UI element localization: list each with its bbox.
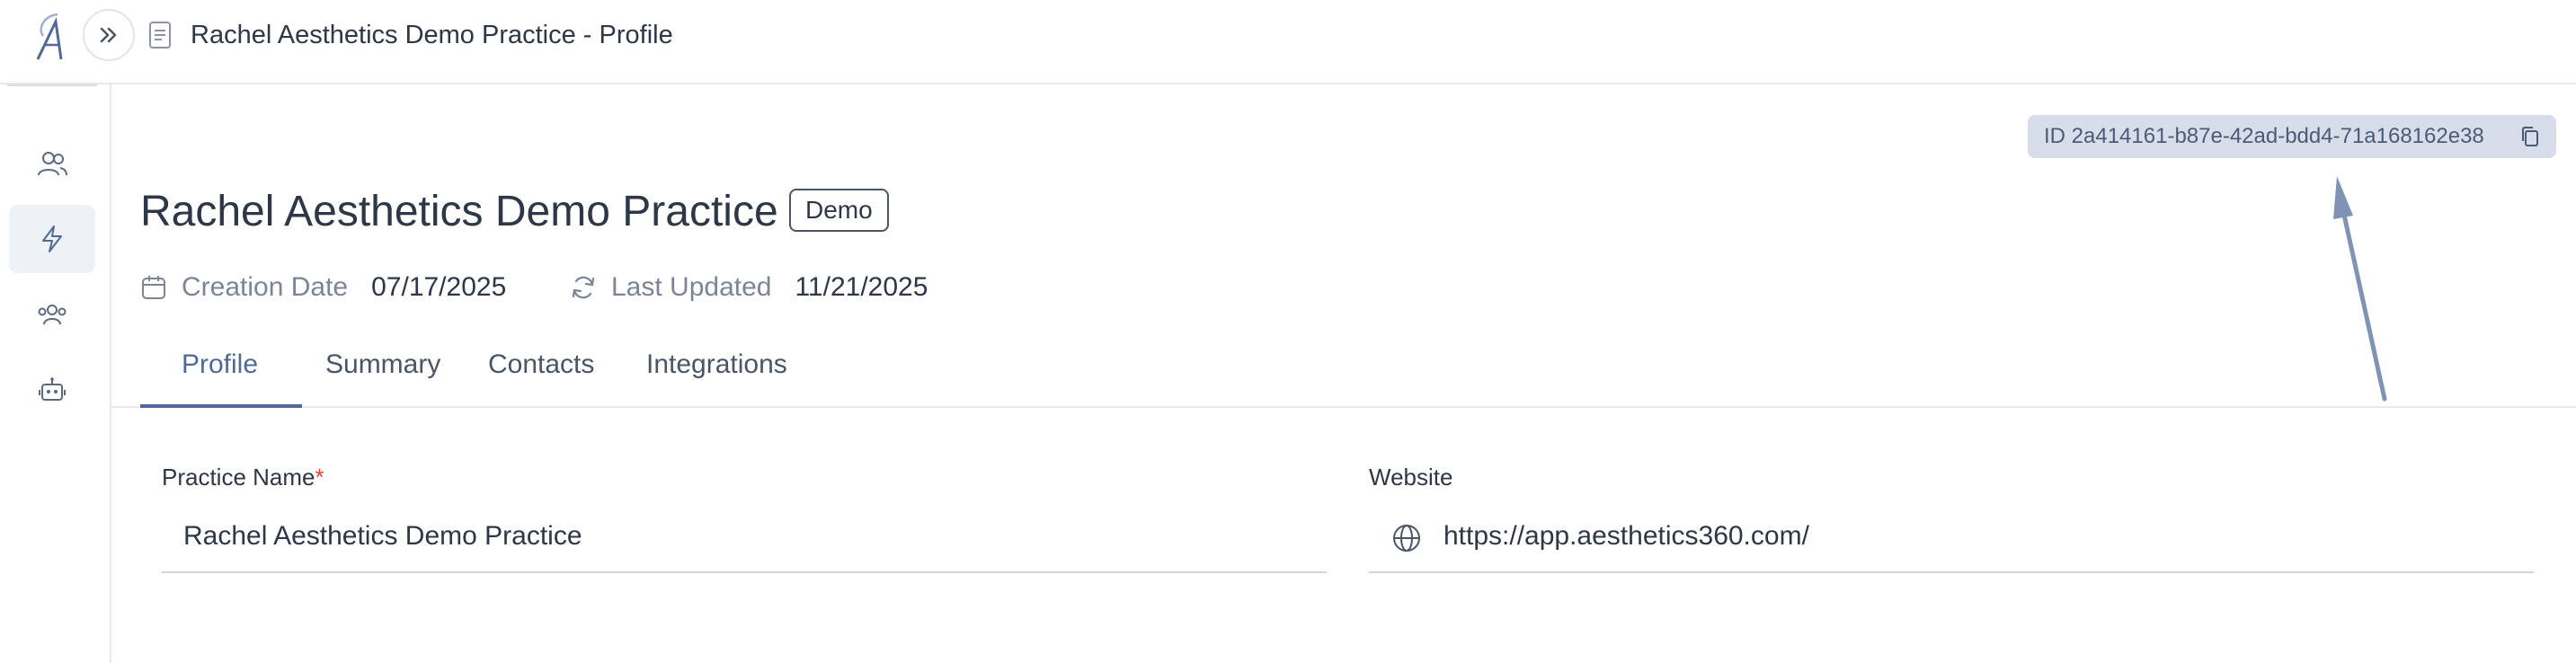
- annotation-arrow-icon: [2333, 176, 2387, 402]
- globe-icon: [1393, 525, 1420, 552]
- website-label: Website: [1369, 464, 1453, 491]
- last-updated: Last Updated 11/21/2025: [570, 270, 928, 305]
- sidebar: [0, 84, 111, 663]
- sidebar-item-bots[interactable]: [9, 356, 95, 424]
- last-updated-value: 11/21/2025: [795, 272, 928, 302]
- last-updated-label: Last Updated: [611, 272, 772, 302]
- required-marker: *: [315, 464, 324, 491]
- website-input[interactable]: https://app.aesthetics360.com/: [1443, 521, 1809, 552]
- active-tab-indicator: [140, 404, 302, 408]
- sidebar-item-team[interactable]: [9, 280, 95, 349]
- demo-badge: Demo: [789, 189, 889, 232]
- aesthetics-a-logo[interactable]: [31, 9, 76, 65]
- document-icon: [149, 22, 171, 49]
- tab-summary[interactable]: Summary: [325, 347, 440, 383]
- lightning-icon: [42, 225, 62, 252]
- creation-date-label: Creation Date: [182, 272, 349, 302]
- sidebar-divider: [7, 84, 97, 86]
- practice-name-heading: Rachel Aesthetics Demo Practice: [140, 188, 778, 235]
- expand-sidebar-button[interactable]: [83, 9, 135, 61]
- sidebar-item-activity[interactable]: [9, 205, 95, 273]
- creation-date: Creation Date 07/17/2025: [140, 270, 506, 305]
- team-icon: [38, 305, 67, 325]
- tabs-divider: [111, 406, 2576, 408]
- record-id-pill[interactable]: ID 2a414161-b87e-42ad-bdd4-71a168162e38: [2028, 115, 2556, 158]
- record-id-text: ID 2a414161-b87e-42ad-bdd4-71a168162e38: [2044, 124, 2484, 148]
- practice-name-label: Practice Name*: [162, 464, 324, 491]
- creation-date-value: 07/17/2025: [371, 272, 507, 302]
- users-icon: [38, 152, 67, 176]
- tab-contacts[interactable]: Contacts: [488, 347, 594, 383]
- calendar-icon: [142, 276, 165, 299]
- tab-profile[interactable]: Profile: [182, 347, 258, 383]
- website-underline: [1369, 571, 2534, 573]
- top-bar: Rachel Aesthetics Demo Practice - Profil…: [0, 0, 2576, 84]
- copy-icon[interactable]: [2520, 126, 2540, 147]
- robot-icon: [39, 377, 66, 401]
- sidebar-item-users[interactable]: [9, 129, 95, 198]
- tab-integrations[interactable]: Integrations: [646, 347, 787, 383]
- practice-name-label-text: Practice Name: [162, 464, 315, 491]
- practice-name-input[interactable]: Rachel Aesthetics Demo Practice: [183, 521, 582, 552]
- chevrons-right-icon: [100, 27, 117, 43]
- page-title: Rachel Aesthetics Demo Practice - Profil…: [191, 21, 673, 49]
- refresh-icon: [572, 276, 595, 299]
- practice-name-underline: [162, 571, 1327, 573]
